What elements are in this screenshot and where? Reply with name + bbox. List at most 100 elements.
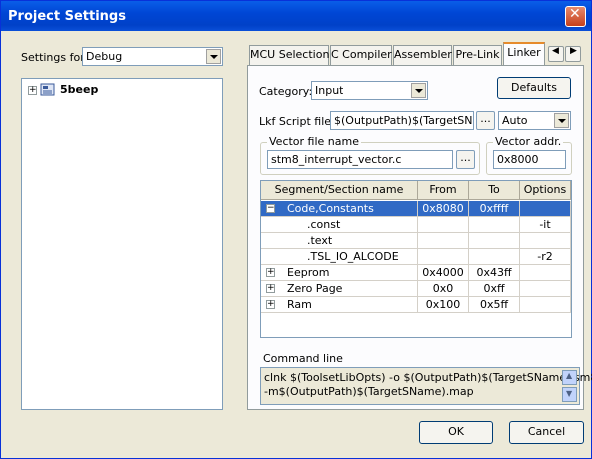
segment-name: Code,Constants [287,202,374,215]
cell-options [520,265,571,281]
table-row[interactable]: .text [261,233,571,249]
cell-options [520,297,571,313]
segment-table[interactable]: Segment/Section name From To Options − Co… [260,180,572,338]
column-header-to[interactable]: To [469,181,520,200]
command-line-box[interactable]: clnk $(ToolsetLibOpts) -o $(OutputPath)$… [260,367,592,405]
table-row[interactable]: .const -it [261,217,571,233]
cell-from: 0x4000 [418,265,469,281]
cancel-button[interactable]: Cancel [509,421,584,444]
segment-name: Ram [287,298,312,311]
cell-name: − Code,Constants [261,201,418,217]
cell-from [418,217,469,233]
cell-name: + Zero Page [261,281,418,297]
lkf-script-value: $(OutputPath)$(TargetSNam [334,114,472,127]
settings-for-value: Debug [86,50,123,63]
cell-to: 0xff [469,281,520,297]
cell-to [469,233,520,249]
arrow-left-icon: ◀ [552,46,559,56]
vector-file-caption: Vector file name [267,135,361,148]
chevron-down-icon[interactable] [206,49,221,64]
tab-linker[interactable]: Linker [503,42,545,66]
tab-scroll-left-button[interactable]: ◀ [548,46,564,62]
column-header-name[interactable]: Segment/Section name [261,181,418,200]
cell-to: 0xffff [469,201,520,217]
close-button[interactable]: ✕ [565,6,586,27]
ok-button[interactable]: OK [419,421,493,444]
tree-root-label[interactable]: 5beep [60,83,98,96]
tab-scroll-right-button[interactable]: ▶ [565,46,581,62]
command-line-label: Command line [263,352,343,365]
segment-name: Eeprom [287,266,330,279]
vector-addr-value: 0x8000 [497,153,539,166]
segment-name: .const [307,218,341,231]
segment-name: .text [307,234,333,247]
cell-name: + Ram [261,297,418,313]
category-value: Input [315,84,344,97]
column-header-options[interactable]: Options [520,181,571,200]
scroll-up-button[interactable]: ▲ [562,370,577,385]
chevron-up-icon: ▲ [566,371,573,380]
table-row[interactable]: − Code,Constants 0x8080 0xffff [261,201,571,217]
tree-expand-icon[interactable]: + [28,86,37,95]
cell-to [469,249,520,265]
cell-from: 0x8080 [418,201,469,217]
project-icon [40,83,55,96]
cell-from [418,249,469,265]
cell-from: 0x0 [418,281,469,297]
expand-icon[interactable]: + [266,284,275,293]
collapse-icon[interactable]: − [266,204,275,213]
chevron-down-icon[interactable] [554,113,569,128]
cell-to [469,217,520,233]
category-select[interactable]: Input [311,81,428,100]
defaults-button[interactable]: Defaults [497,77,571,99]
cell-options: -it [520,217,571,233]
lkf-script-label: Lkf Script file: [259,115,335,128]
settings-for-label: Settings for: [21,51,89,64]
scroll-down-button[interactable]: ▼ [562,387,577,402]
close-icon: ✕ [569,6,581,22]
cell-name: + Eeprom [261,265,418,281]
chevron-down-icon: ▼ [566,389,573,398]
table-row[interactable]: + Eeprom 0x4000 0x43ff [261,265,571,281]
project-tree[interactable]: + 5beep [21,78,223,410]
lkf-mode-value: Auto [502,114,528,127]
table-row[interactable]: + Zero Page 0x0 0xff [261,281,571,297]
vector-addr-caption: Vector addr. [493,135,564,148]
project-settings-dialog: Project Settings ✕ Settings for: Debug +… [0,0,592,459]
title-bar[interactable]: Project Settings ✕ [1,1,591,31]
cell-options [520,201,571,217]
arrow-right-icon: ▶ [570,46,577,56]
tab-c-compiler[interactable]: C Compiler [330,45,392,65]
segment-name: .TSL_IO_ALCODE [307,250,399,263]
cell-to: 0x5ff [469,297,520,313]
table-row[interactable]: .TSL_IO_ALCODE -r2 [261,249,571,265]
cell-to: 0x43ff [469,265,520,281]
lkf-script-input[interactable]: $(OutputPath)$(TargetSNam [330,111,474,130]
cell-from: 0x100 [418,297,469,313]
expand-icon[interactable]: + [266,268,275,277]
cell-options [520,281,571,297]
vector-file-input[interactable]: stm8_interrupt_vector.c [267,150,453,169]
command-line-text-2: -m$(OutputPath)$(TargetSName).map [264,385,474,398]
tab-mcu-selection[interactable]: MCU Selection [249,45,329,65]
cell-name: .text [261,233,418,249]
cell-name: .const [261,217,418,233]
expand-icon[interactable]: + [266,300,275,309]
settings-for-select[interactable]: Debug [82,47,223,66]
vector-file-browse-button[interactable]: ... [456,150,475,169]
tab-assembler[interactable]: Assembler [393,45,452,65]
tab-pre-link[interactable]: Pre-Link [453,45,502,65]
cell-from [418,233,469,249]
command-line-text-1: clnk $(ToolsetLibOpts) -o $(OutputPath)$… [264,371,592,384]
chevron-down-icon[interactable] [411,83,426,98]
cell-options: -r2 [520,249,571,265]
column-header-from[interactable]: From [418,181,469,200]
segment-name: Zero Page [287,282,343,295]
dialog-title: Project Settings [8,9,126,24]
vector-file-value: stm8_interrupt_vector.c [271,153,402,166]
table-row[interactable]: + Ram 0x100 0x5ff [261,297,571,313]
lkf-browse-button[interactable]: ... [476,111,495,130]
lkf-mode-select[interactable]: Auto [498,111,571,130]
vector-addr-input[interactable]: 0x8000 [493,150,566,169]
category-label: Category: [259,85,313,98]
